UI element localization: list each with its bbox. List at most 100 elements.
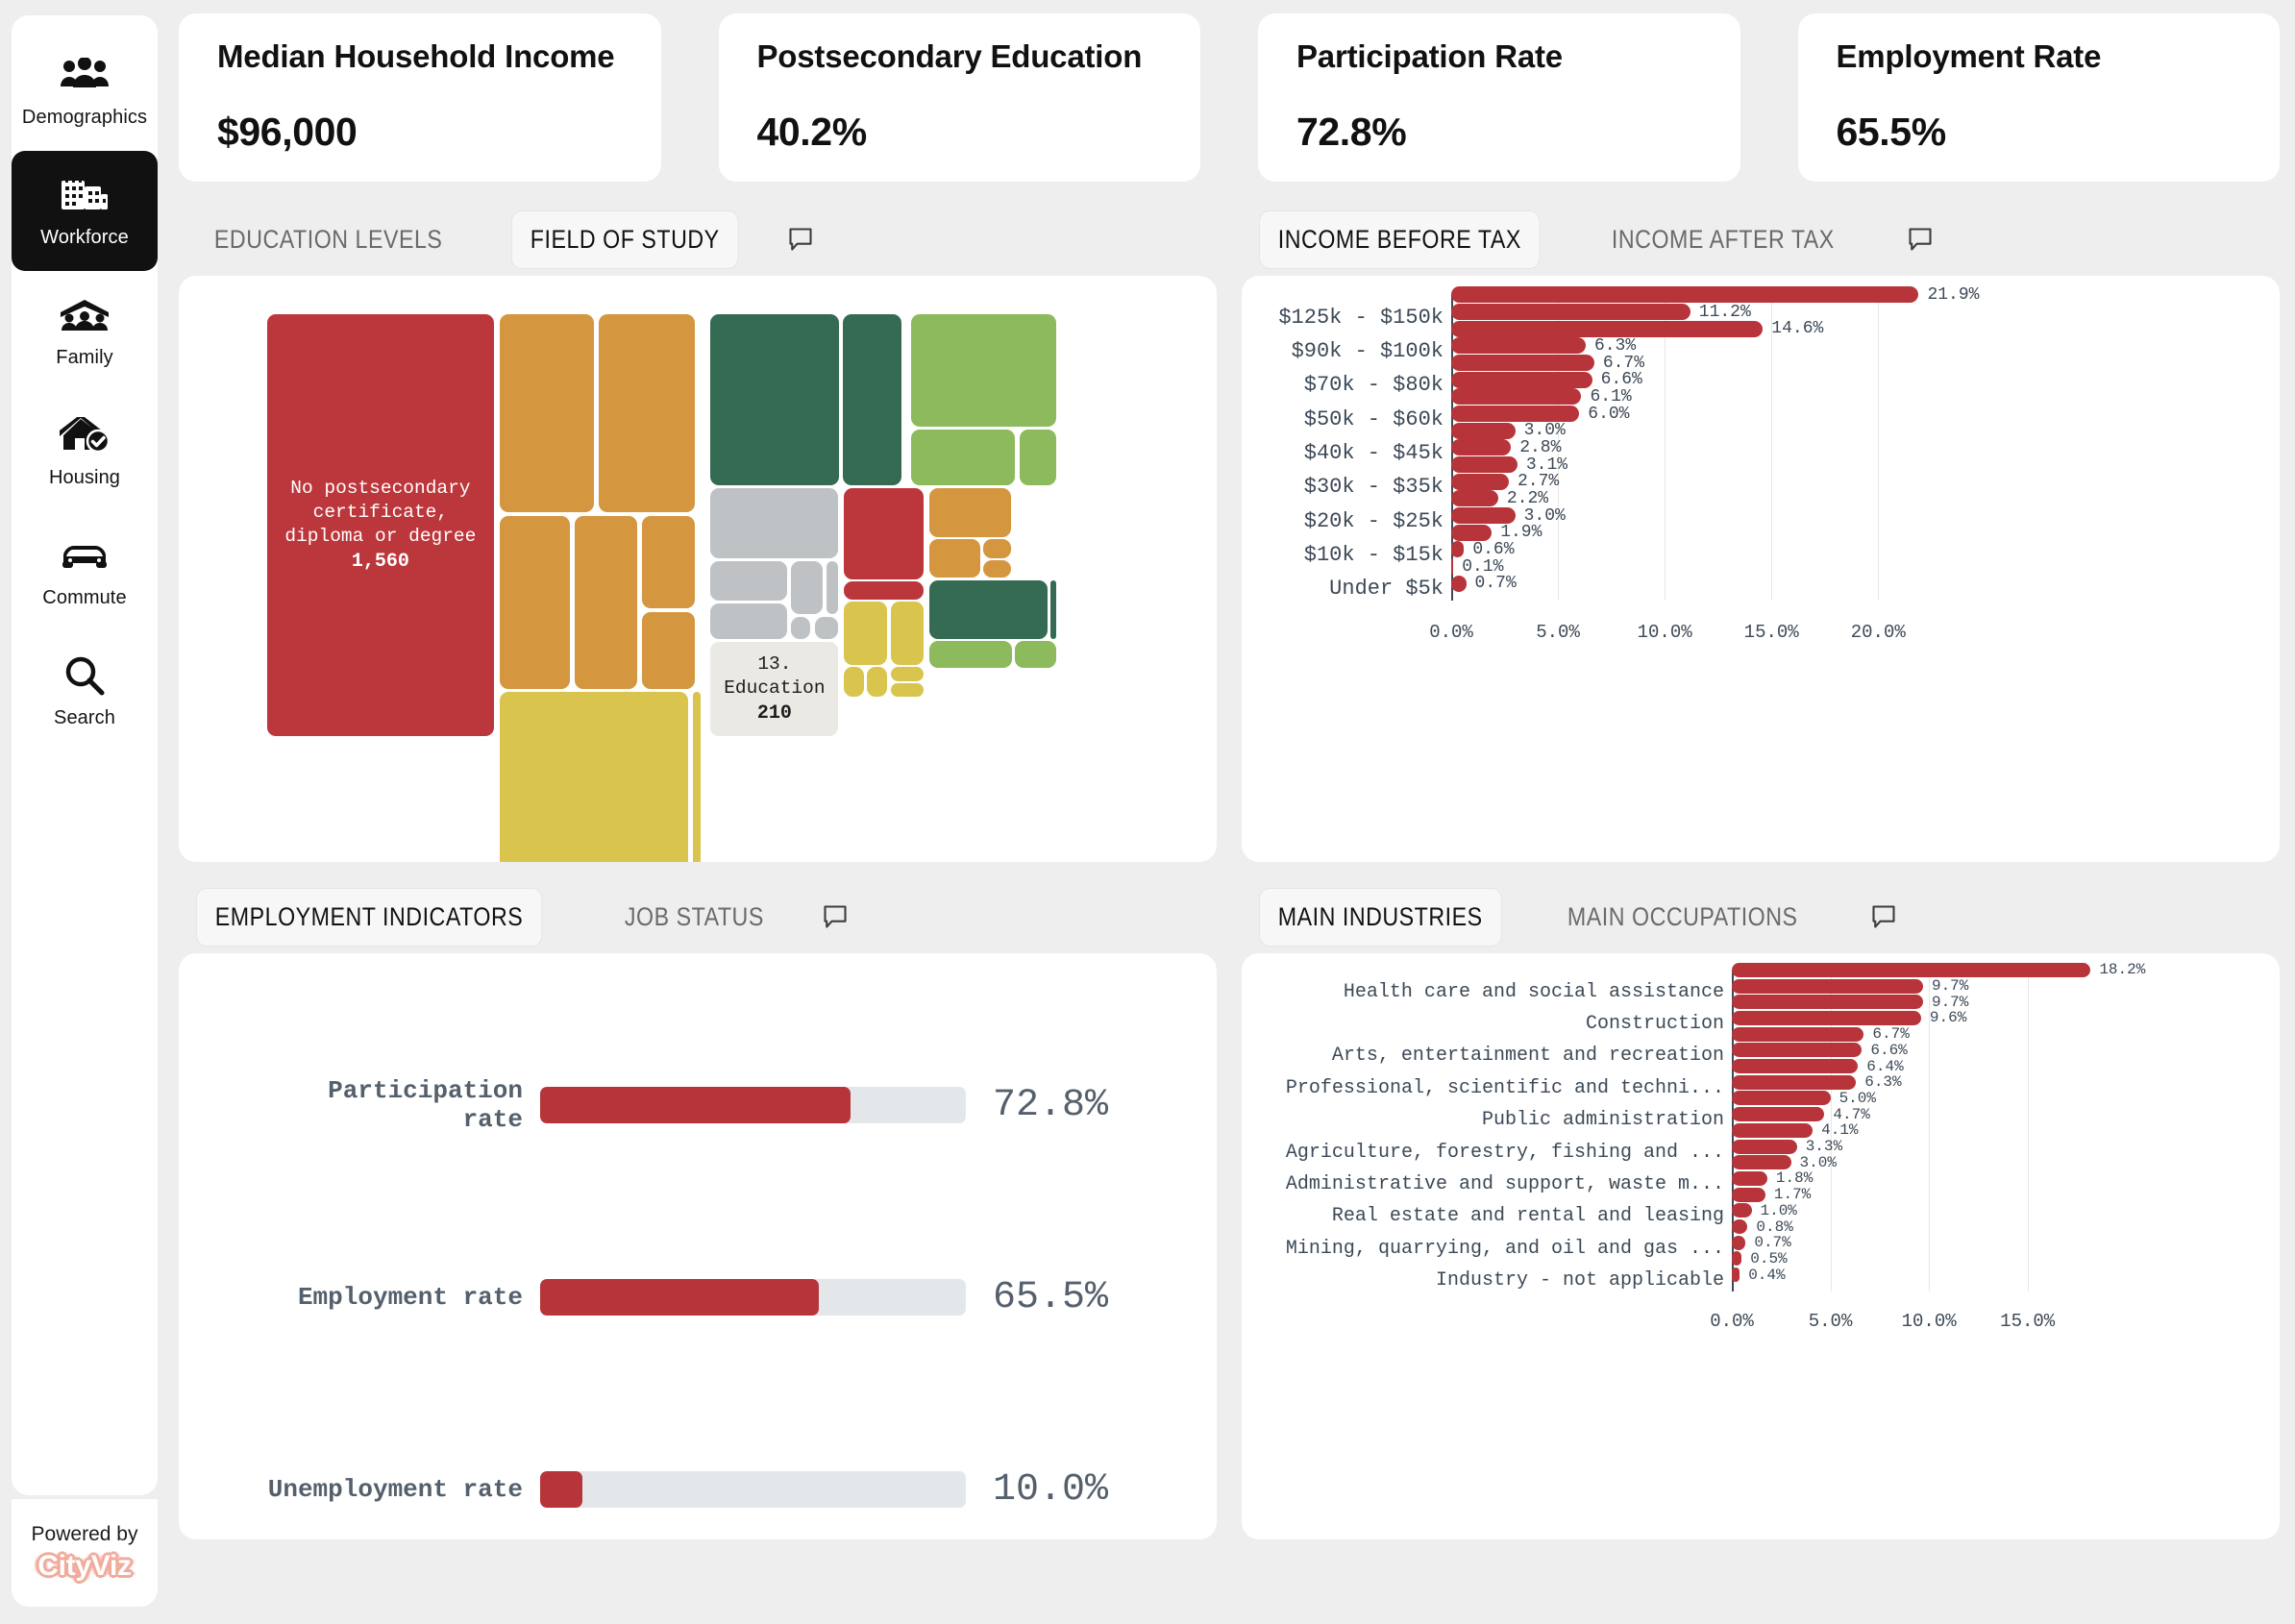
treemap-node[interactable] — [1020, 429, 1056, 485]
treemap-node[interactable] — [910, 313, 1056, 427]
treemap-node[interactable] — [710, 560, 788, 602]
treemap-node[interactable] — [1050, 580, 1056, 639]
category-label: Health care and social assistance — [1343, 980, 1724, 1003]
tab-income-before-tax[interactable]: INCOME BEFORE TAX — [1259, 209, 1541, 269]
sidebar-item-commute[interactable]: Commute — [12, 511, 158, 631]
sidebar-item-workforce[interactable]: Workforce — [12, 151, 158, 271]
kpi-card-postsecondary-education: Postsecondary Education 40.2% — [718, 13, 1200, 182]
treemap-node[interactable] — [890, 667, 924, 681]
speech-bubble-icon[interactable] — [1907, 226, 1934, 253]
treemap-node[interactable] — [910, 429, 1015, 485]
search-icon — [59, 653, 111, 698]
treemap-node[interactable] — [710, 313, 840, 485]
treemap-node[interactable] — [599, 313, 696, 513]
sidebar-item-housing[interactable]: Housing — [12, 391, 158, 511]
bar-value-label: 3.3% — [1805, 1138, 1843, 1156]
sidebar: Demographics Workforce Family Housing Co… — [0, 0, 169, 1624]
treemap-node[interactable] — [642, 611, 696, 689]
kpi-card-median-household-income: Median Household Income $96,000 — [179, 13, 661, 182]
treemap-node[interactable] — [827, 560, 839, 615]
tab-job-status[interactable]: JOB STATUS — [606, 889, 782, 946]
field-of-study-card: No postsecondary certificate, diploma or… — [179, 276, 1217, 862]
sidebar-item-family[interactable]: Family — [12, 271, 158, 391]
powered-by-footer: Powered by CityViz — [12, 1499, 158, 1607]
treemap-node[interactable] — [500, 313, 595, 513]
powered-by-label: Powered by — [31, 1523, 138, 1545]
speech-bubble-icon[interactable] — [787, 226, 814, 253]
treemap-node[interactable] — [983, 539, 1012, 559]
treemap-node[interactable] — [843, 313, 901, 485]
treemap-node[interactable] — [500, 691, 689, 862]
bar-value-label: 0.4% — [1748, 1266, 1786, 1284]
treemap-node-labeled[interactable]: 13. Education 210 — [710, 641, 839, 736]
category-label: $20k - $25k — [1303, 508, 1444, 533]
bar-value-label: 9.6% — [1929, 1009, 1967, 1027]
tab-income-after-tax[interactable]: INCOME AFTER TAX — [1593, 211, 1853, 268]
bar-value-label: 6.3% — [1864, 1073, 1902, 1092]
treemap-node[interactable] — [928, 539, 980, 578]
treemap-node[interactable] — [928, 641, 1012, 668]
treemap-node-labeled[interactable]: No postsecondary certificate, diploma or… — [266, 313, 494, 736]
bar — [1732, 962, 2091, 977]
indicator-fill — [540, 1279, 820, 1316]
indicator-track — [540, 1087, 966, 1123]
treemap-node[interactable] — [928, 580, 1049, 639]
category-label: Industry - not applicable — [1435, 1269, 1724, 1292]
kpi-row: Median Household Income $96,000 Postseco… — [179, 13, 2280, 182]
tab-main-industries[interactable]: MAIN INDUSTRIES — [1259, 887, 1502, 947]
bar-value-label: 1.0% — [1760, 1201, 1797, 1219]
field-of-study-treemap[interactable]: No postsecondary certificate, diploma or… — [179, 276, 1217, 862]
speech-bubble-icon[interactable] — [1870, 903, 1897, 930]
treemap-node[interactable] — [983, 560, 1012, 578]
bar — [1732, 1170, 1767, 1186]
indicator-row[interactable]: Employment rate 65.5% — [179, 1201, 1217, 1393]
tab-main-occupations[interactable]: MAIN OCCUPATIONS — [1549, 889, 1815, 946]
treemap-node[interactable] — [500, 515, 570, 689]
treemap-node[interactable] — [843, 581, 924, 600]
indicator-row[interactable]: Participation rate 72.8% — [179, 1009, 1217, 1201]
treemap-node[interactable] — [866, 667, 887, 697]
bar — [1451, 337, 1586, 355]
category-label: Mining, quarrying, and oil and gas ... — [1285, 1237, 1724, 1260]
treemap-node[interactable] — [574, 515, 638, 689]
bar-value-label: 0.7% — [1474, 574, 1517, 594]
sidebar-item-search[interactable]: Search — [12, 631, 158, 751]
bar-value-label: 0.5% — [1750, 1249, 1788, 1267]
kpi-title: Postsecondary Education — [756, 38, 1143, 74]
treemap-node[interactable] — [710, 603, 788, 639]
treemap-node[interactable] — [790, 560, 824, 615]
speech-bubble-icon[interactable] — [822, 903, 849, 930]
treemap-node[interactable] — [790, 616, 811, 639]
bar — [1451, 422, 1516, 439]
treemap-node[interactable] — [928, 488, 1012, 537]
main-industries-chart: 18.2% 9.7% 9.7% 9.6% 6.7% 6.6% 6.4% 6.3% 5.0% 4.7… — [1242, 953, 2280, 1539]
treemap-node[interactable] — [890, 602, 924, 666]
sidebar-item-demographics[interactable]: Demographics — [12, 31, 158, 151]
treemap-node[interactable] — [710, 488, 839, 558]
tab-education-levels[interactable]: EDUCATION LEVELS — [196, 211, 460, 268]
category-label: $10k - $15k — [1303, 542, 1444, 567]
treemap-node[interactable] — [843, 488, 924, 579]
bar — [1732, 978, 1923, 994]
category-label: $125k - $150k — [1278, 305, 1444, 330]
bar — [1732, 1219, 1748, 1235]
bar-value-label: 6.7% — [1872, 1025, 1910, 1044]
tab-employment-indicators[interactable]: EMPLOYMENT INDICATORS — [196, 887, 543, 947]
indicator-row[interactable]: Unemployment rate 10.0% — [179, 1393, 1217, 1539]
treemap-node[interactable] — [814, 616, 839, 639]
bar — [1732, 995, 1923, 1010]
cityviz-logo: CityViz — [37, 1550, 132, 1582]
treemap-node[interactable] — [1015, 641, 1056, 668]
indicator-value: 72.8% — [993, 1083, 1109, 1127]
treemap-node[interactable] — [890, 682, 924, 697]
treemap-node[interactable] — [843, 602, 887, 666]
category-label: Arts, entertainment and recreation — [1331, 1045, 1724, 1068]
panel-industries: MAIN INDUSTRIES MAIN OCCUPATIONS 18.2% 9.… — [1242, 886, 2280, 1539]
treemap-node[interactable] — [642, 515, 696, 609]
bar — [1732, 1059, 1859, 1074]
x-axis-tick-label: 10.0% — [1637, 622, 1692, 643]
sidebar-item-label: Demographics — [21, 107, 148, 128]
treemap-node[interactable] — [692, 691, 702, 862]
tab-field-of-study[interactable]: FIELD OF STUDY — [511, 209, 739, 269]
treemap-node[interactable] — [843, 667, 864, 697]
